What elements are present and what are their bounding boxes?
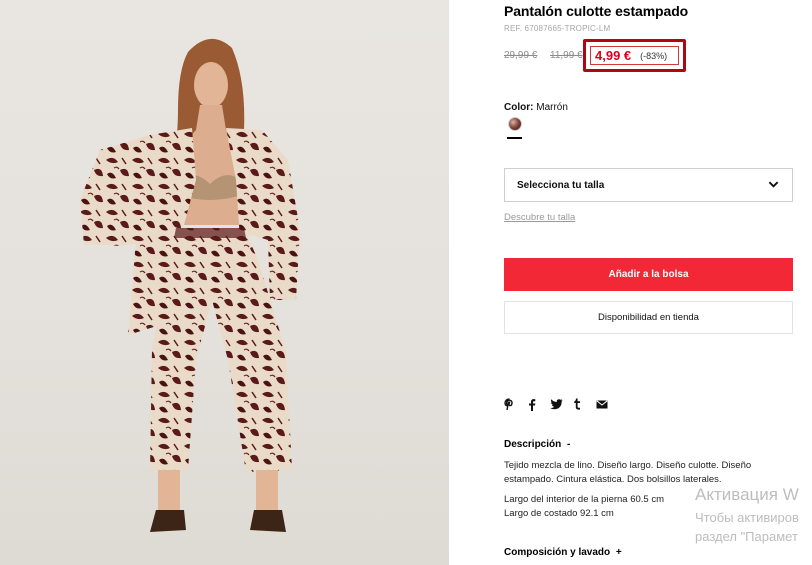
color-swatch-marron[interactable] bbox=[508, 117, 522, 131]
size-guide-link[interactable]: Descubre tu talla bbox=[504, 212, 575, 223]
model-illustration bbox=[80, 38, 300, 532]
color-value: Marrón bbox=[536, 102, 568, 113]
twitter-icon[interactable] bbox=[550, 396, 570, 412]
pinterest-icon[interactable] bbox=[504, 396, 524, 412]
chevron-down-icon bbox=[768, 179, 779, 193]
store-availability-button[interactable]: Disponibilidad en tienda bbox=[504, 301, 793, 334]
description-title: Descripción bbox=[504, 439, 562, 450]
description-toggle: - bbox=[567, 439, 571, 450]
size-select[interactable]: Selecciona tu talla bbox=[504, 168, 793, 202]
tumblr-icon[interactable] bbox=[573, 396, 593, 412]
product-reference: REF. 67087665-TROPIC-LM bbox=[504, 24, 611, 33]
description-header[interactable]: Descripción - bbox=[504, 439, 570, 450]
composition-header[interactable]: Composición y lavado + bbox=[504, 547, 622, 558]
color-label: Color: Marrón bbox=[504, 102, 568, 113]
color-label-title: Color: bbox=[504, 102, 534, 113]
composition-title: Composición y lavado bbox=[504, 547, 611, 558]
add-to-bag-button[interactable]: Añadir a la bolsa bbox=[504, 258, 793, 291]
previous-price: 11,99 € bbox=[550, 50, 583, 61]
activation-watermark-line3: раздел "Парамет bbox=[695, 529, 798, 544]
activation-watermark-title: Активация W bbox=[695, 485, 799, 504]
discount-badge: (-83%) bbox=[640, 50, 668, 61]
product-title: Pantalón culotte estampado bbox=[504, 3, 689, 19]
size-select-label: Selecciona tu talla bbox=[517, 179, 605, 191]
email-icon[interactable] bbox=[596, 396, 616, 412]
share-icons bbox=[504, 396, 619, 412]
description-text: Tejido mezcla de lino. Diseño largo. Dis… bbox=[504, 460, 752, 485]
facebook-icon[interactable] bbox=[527, 396, 547, 412]
current-price: 4,99 € bbox=[595, 48, 632, 63]
highlighted-price-box: 4,99 € (-83%) bbox=[583, 39, 686, 72]
composition-toggle: + bbox=[615, 547, 622, 558]
activation-watermark-line2: Чтобы активиров bbox=[695, 510, 799, 525]
original-price: 29,99 € bbox=[504, 50, 538, 61]
current-price-container: 4,99 € (-83%) bbox=[590, 46, 679, 65]
product-photo[interactable] bbox=[0, 0, 449, 565]
selected-swatch-indicator bbox=[507, 137, 522, 139]
